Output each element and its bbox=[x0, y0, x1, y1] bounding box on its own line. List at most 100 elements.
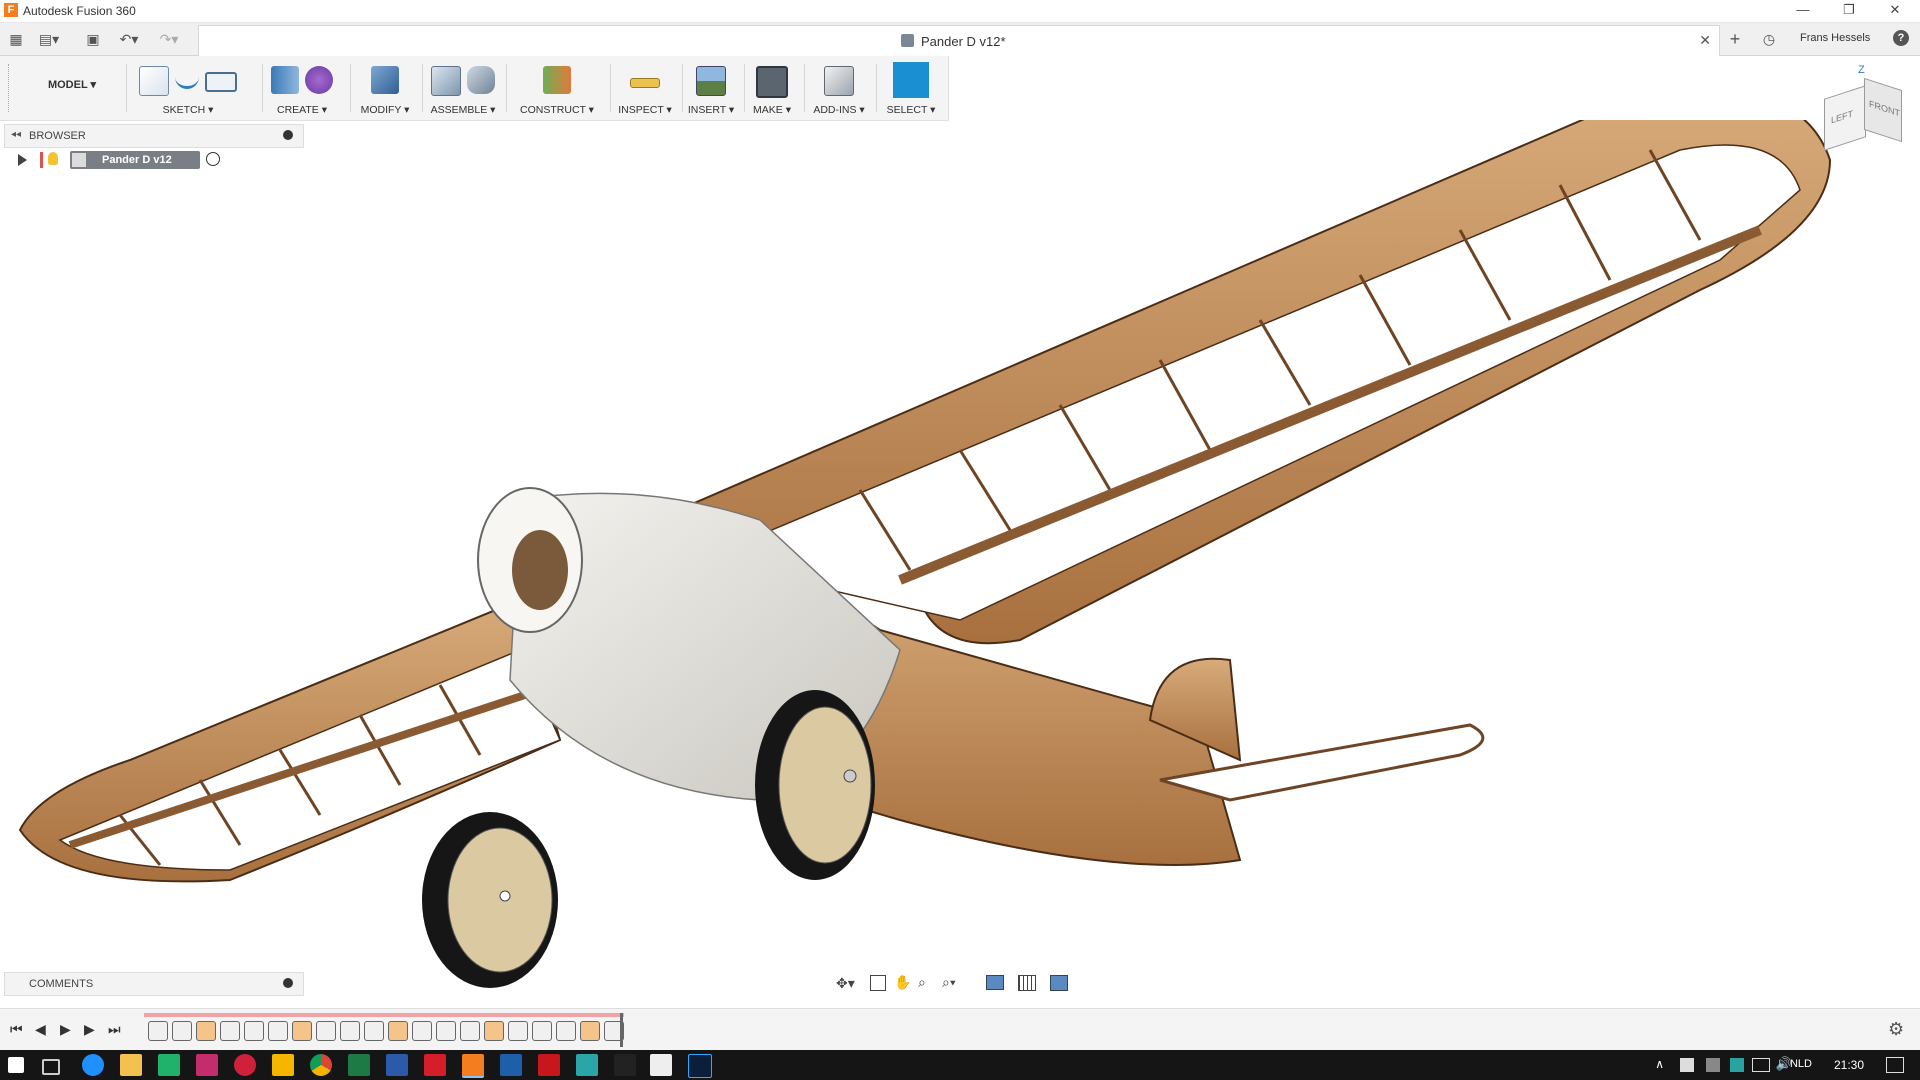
tray-chevron-icon[interactable]: ∧ bbox=[1655, 1057, 1664, 1071]
rectangle-icon[interactable] bbox=[205, 72, 237, 92]
addins-menu[interactable]: ADD-INS ▾ bbox=[806, 104, 872, 116]
offset-plane-icon[interactable] bbox=[543, 66, 571, 94]
timeline-feature-icon[interactable] bbox=[196, 1021, 216, 1041]
file-menu-icon[interactable]: ▤▾ bbox=[38, 29, 60, 49]
extrude-icon[interactable] bbox=[271, 66, 299, 94]
input-language[interactable]: NLD bbox=[1790, 1058, 1812, 1070]
joint-icon[interactable] bbox=[467, 66, 495, 94]
data-panel-grid-icon[interactable]: ▦ bbox=[5, 29, 27, 49]
timeline-feature-icon[interactable] bbox=[220, 1021, 240, 1041]
timeline-feature-icon[interactable] bbox=[340, 1021, 360, 1041]
app-icon-red[interactable] bbox=[234, 1054, 256, 1076]
save-icon[interactable]: ▣ bbox=[82, 29, 104, 49]
timeline-feature-icon[interactable] bbox=[364, 1021, 384, 1041]
chrome-icon[interactable] bbox=[310, 1054, 332, 1076]
make-menu[interactable]: MAKE ▾ bbox=[744, 104, 800, 116]
start-icon[interactable] bbox=[8, 1057, 24, 1073]
timeline-last-icon[interactable]: ⏭ bbox=[108, 1021, 121, 1038]
press-pull-icon[interactable] bbox=[371, 66, 399, 94]
network-icon[interactable] bbox=[1752, 1058, 1770, 1072]
right-wheel[interactable] bbox=[755, 690, 875, 880]
autocad-icon[interactable] bbox=[538, 1054, 560, 1076]
timeline-play-icon[interactable]: ▶ bbox=[60, 1021, 71, 1038]
measure-icon[interactable] bbox=[630, 78, 660, 88]
fit-zoom-icon[interactable]: ⌕▾ bbox=[942, 974, 956, 991]
create-menu[interactable]: CREATE ▾ bbox=[262, 104, 342, 116]
timeline-settings-gear-icon[interactable]: ⚙ bbox=[1888, 1019, 1904, 1040]
tray-shield-icon[interactable] bbox=[1680, 1058, 1694, 1072]
edge-icon[interactable] bbox=[82, 1054, 104, 1076]
viewport-canvas[interactable] bbox=[0, 120, 1920, 1000]
revit-icon[interactable] bbox=[500, 1054, 522, 1076]
fusion-taskbar-icon[interactable] bbox=[462, 1054, 484, 1078]
task-view-icon[interactable] bbox=[42, 1059, 60, 1075]
timeline-feature-icon[interactable] bbox=[388, 1021, 408, 1041]
action-center-icon[interactable] bbox=[1886, 1057, 1904, 1073]
timeline-feature-icon[interactable] bbox=[436, 1021, 456, 1041]
scripts-addins-icon[interactable] bbox=[824, 66, 854, 96]
tray-teal-icon[interactable] bbox=[1730, 1058, 1744, 1072]
document-tab[interactable]: Pander D v12* ✕ bbox=[198, 25, 1720, 56]
workspace-switcher[interactable]: MODEL ▾ bbox=[24, 78, 120, 91]
timeline-first-icon[interactable]: ⏮ bbox=[10, 1021, 23, 1038]
timeline-feature-icon[interactable] bbox=[484, 1021, 504, 1041]
app-icon-teal[interactable] bbox=[576, 1054, 598, 1076]
close-window-button[interactable]: ✕ bbox=[1872, 0, 1918, 22]
timeline-feature-icon[interactable] bbox=[172, 1021, 192, 1041]
app-icon-green[interactable] bbox=[158, 1054, 180, 1076]
timeline-prev-icon[interactable]: ◀ bbox=[35, 1021, 46, 1038]
photos-icon[interactable] bbox=[650, 1054, 672, 1076]
zoom-icon[interactable]: ⌕ bbox=[918, 974, 926, 991]
line-icon[interactable] bbox=[175, 74, 199, 89]
tray-app-icon[interactable] bbox=[1706, 1058, 1720, 1072]
timeline-feature-icon[interactable] bbox=[508, 1021, 528, 1041]
view-cube[interactable]: Z LEFT FRONT bbox=[1812, 64, 1912, 160]
pan-hand-icon[interactable]: ✋ bbox=[894, 974, 911, 991]
create-sketch-icon[interactable] bbox=[139, 66, 169, 96]
construct-menu[interactable]: CONSTRUCT ▾ bbox=[506, 104, 608, 116]
viewcube-front-face[interactable]: FRONT bbox=[1864, 77, 1902, 143]
file-explorer-icon[interactable] bbox=[120, 1054, 142, 1076]
comments-panel-header[interactable]: COMMENTS bbox=[4, 972, 304, 996]
redo-icon[interactable]: ↷▾ bbox=[158, 29, 180, 49]
minimize-button[interactable]: — bbox=[1780, 0, 1826, 22]
app-icon-yellow[interactable] bbox=[272, 1054, 294, 1076]
timeline-feature-icon[interactable] bbox=[556, 1021, 576, 1041]
right-wing[interactable] bbox=[652, 120, 1832, 645]
close-tab-icon[interactable]: ✕ bbox=[1699, 32, 1711, 49]
timeline-feature-icon[interactable] bbox=[316, 1021, 336, 1041]
undo-icon[interactable]: ↶▾ bbox=[118, 29, 140, 49]
timeline-feature-icon[interactable] bbox=[292, 1021, 312, 1041]
app-icon-dark[interactable] bbox=[614, 1054, 636, 1076]
insert-image-icon[interactable] bbox=[696, 66, 726, 96]
word-icon[interactable] bbox=[386, 1054, 408, 1076]
viewports-icon[interactable] bbox=[1050, 975, 1068, 991]
timeline-feature-icon[interactable] bbox=[532, 1021, 552, 1041]
form-icon[interactable] bbox=[305, 66, 333, 94]
job-status-icon[interactable]: ◷ bbox=[1758, 29, 1780, 49]
new-component-icon[interactable] bbox=[431, 66, 461, 96]
display-settings-icon[interactable] bbox=[986, 975, 1004, 990]
modify-menu[interactable]: MODIFY ▾ bbox=[350, 104, 420, 116]
grid-snaps-icon[interactable] bbox=[1018, 975, 1036, 991]
user-name[interactable]: Frans Hessels bbox=[1800, 32, 1870, 44]
insert-menu[interactable]: INSERT ▾ bbox=[682, 104, 740, 116]
help-icon[interactable]: ? bbox=[1893, 30, 1909, 46]
new-tab-button[interactable]: + bbox=[1724, 29, 1746, 49]
inspect-menu[interactable]: INSPECT ▾ bbox=[610, 104, 680, 116]
clock[interactable]: 21:30 bbox=[1834, 1058, 1864, 1072]
timeline-feature-icon[interactable] bbox=[460, 1021, 480, 1041]
select-menu[interactable]: SELECT ▾ bbox=[878, 104, 944, 116]
timeline-feature-icon[interactable] bbox=[268, 1021, 288, 1041]
comments-add-icon[interactable] bbox=[283, 978, 293, 988]
assemble-menu[interactable]: ASSEMBLE ▾ bbox=[424, 104, 502, 116]
timeline-feature-icon[interactable] bbox=[148, 1021, 168, 1041]
sketch-menu[interactable]: SKETCH ▾ bbox=[130, 104, 246, 116]
timeline-next-icon[interactable]: ▶ bbox=[84, 1021, 95, 1038]
excel-icon[interactable] bbox=[348, 1054, 370, 1076]
select-arrow-icon[interactable] bbox=[893, 62, 929, 98]
timeline-feature-icon[interactable] bbox=[244, 1021, 264, 1041]
app-icon-pink[interactable] bbox=[196, 1054, 218, 1076]
photoshop-icon[interactable] bbox=[688, 1054, 712, 1078]
app-icon-red-2[interactable] bbox=[424, 1054, 446, 1076]
